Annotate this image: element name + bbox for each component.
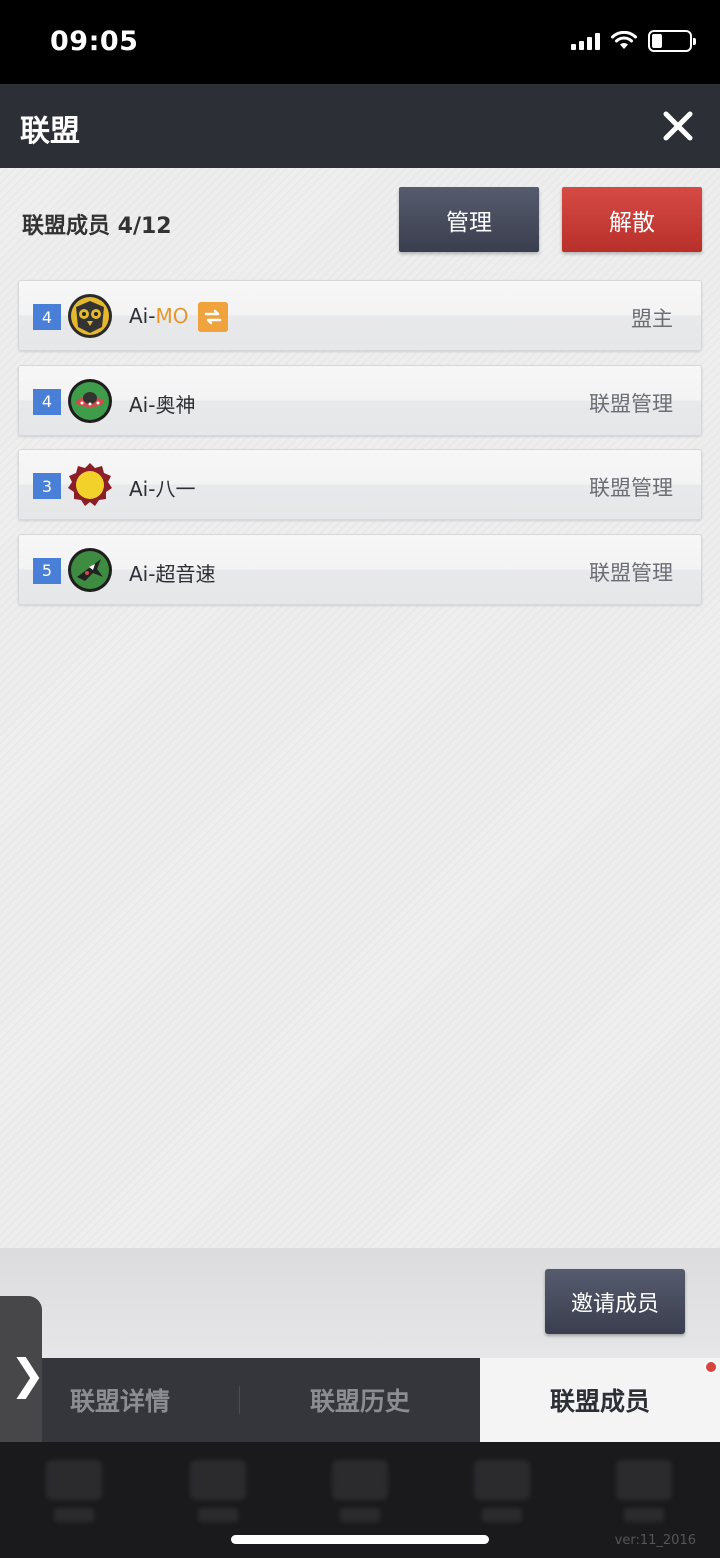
members-count: 联盟成员 4/12 xyxy=(22,214,172,239)
version-label: ver:11_2016 xyxy=(614,1533,696,1548)
tab-alliance-history[interactable]: 联盟历史 xyxy=(240,1358,480,1442)
signal-icon xyxy=(571,32,600,50)
blurred-nav-label xyxy=(54,1508,94,1522)
member-name-prefix: Ai-八一 xyxy=(129,477,196,501)
sync-icon[interactable] xyxy=(198,302,228,332)
member-name: Ai-MO xyxy=(129,304,188,328)
sun-emblem-icon xyxy=(68,463,112,506)
level-badge: 3 xyxy=(33,473,61,499)
member-name-prefix: Ai-奥神 xyxy=(129,392,196,417)
battery-icon xyxy=(648,30,696,52)
owl-emblem-icon xyxy=(68,294,112,338)
ufo-emblem-icon xyxy=(68,378,112,423)
alliance-header: 联盟 xyxy=(0,84,720,168)
jet-emblem-icon xyxy=(68,547,112,592)
chevron-right-icon: ❯ xyxy=(10,1350,46,1399)
member-row[interactable]: 5 Ai-超音速 联盟管理 xyxy=(18,533,702,605)
member-row[interactable]: 3 Ai-八一 联盟管理 xyxy=(18,449,702,520)
blurred-nav-icon xyxy=(474,1460,530,1500)
blurred-nav-label xyxy=(624,1508,664,1522)
member-role: 联盟管理 xyxy=(589,476,673,500)
member-name-prefix: Ai- xyxy=(129,304,156,328)
member-name: Ai-八一 xyxy=(129,473,195,502)
tab-alliance-members-label: 联盟成员 xyxy=(549,1387,650,1416)
blurred-nav-icon xyxy=(332,1460,388,1500)
member-name: Ai-奥神 xyxy=(129,389,195,418)
member-role: 联盟管理 xyxy=(589,560,673,585)
level-badge: 5 xyxy=(33,557,61,584)
member-name: Ai-超音速 xyxy=(129,558,215,587)
home-indicator[interactable] xyxy=(231,1535,489,1544)
page-title: 联盟 xyxy=(20,114,80,149)
level-badge: 4 xyxy=(33,304,61,330)
side-expand-handle[interactable]: ❯ xyxy=(0,1296,46,1462)
alliance-tabs: 联盟详情 联盟历史 联盟成员 xyxy=(0,1358,720,1442)
blurred-nav-icon xyxy=(190,1460,246,1500)
member-name-prefix: Ai-超音速 xyxy=(129,561,216,586)
bottom-action-panel: 邀请成员 xyxy=(0,1248,720,1358)
member-row[interactable]: 4 Ai-MO 盟主 xyxy=(18,280,702,351)
blurred-nav-label xyxy=(198,1508,238,1522)
member-role: 盟主 xyxy=(631,307,673,331)
blurred-nav-label xyxy=(340,1508,380,1522)
level-badge: 4 xyxy=(33,388,61,415)
blurred-nav-icon xyxy=(616,1460,672,1500)
wifi-icon xyxy=(611,31,637,49)
status-time: 09:05 xyxy=(50,26,139,57)
notification-dot xyxy=(704,1360,718,1374)
status-bar: 09:05 xyxy=(0,0,720,84)
status-icons xyxy=(571,30,696,52)
members-panel: 联盟成员 4/12 管理 解散 4 Ai-MO 盟主 4 Ai-奥神 联盟管理 … xyxy=(0,168,720,1248)
member-role: 联盟管理 xyxy=(589,391,673,416)
member-name-highlight: MO xyxy=(155,304,189,328)
tab-alliance-members[interactable]: 联盟成员 xyxy=(480,1358,720,1442)
close-icon[interactable] xyxy=(660,108,696,144)
invite-members-button[interactable]: 邀请成员 xyxy=(545,1269,685,1334)
blurred-nav-label xyxy=(482,1508,522,1522)
blurred-nav-icon xyxy=(46,1460,102,1500)
manage-button[interactable]: 管理 xyxy=(399,187,539,252)
member-row[interactable]: 4 Ai-奥神 联盟管理 xyxy=(18,364,702,436)
member-list: 4 Ai-MO 盟主 4 Ai-奥神 联盟管理 3 Ai-八一 联盟管理 5 A… xyxy=(18,280,702,618)
dissolve-button[interactable]: 解散 xyxy=(562,187,702,252)
